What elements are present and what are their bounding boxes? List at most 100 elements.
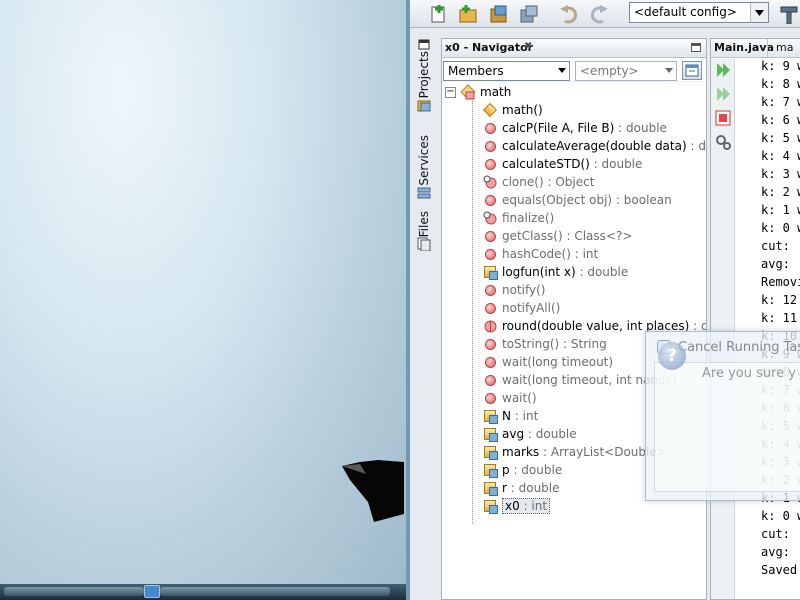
taskbar-segment[interactable] bbox=[160, 587, 390, 596]
stop-icon[interactable] bbox=[714, 109, 732, 127]
taskbar-arrow-icon[interactable] bbox=[144, 585, 160, 598]
minimize-icon[interactable] bbox=[691, 43, 701, 52]
close-project-icon[interactable] bbox=[518, 3, 540, 25]
tree-method-item[interactable]: notifyAll() bbox=[482, 299, 560, 317]
tree-method-item[interactable]: wait() bbox=[482, 389, 537, 407]
filter-toggle-button[interactable] bbox=[682, 61, 702, 80]
dialog-title: Cancel Running Tas bbox=[678, 340, 800, 355]
tree-method-item[interactable]: logfun(int x) : double bbox=[482, 263, 628, 281]
field-icon bbox=[482, 444, 498, 460]
class-icon bbox=[460, 84, 476, 100]
field-icon bbox=[482, 480, 498, 496]
output-line: Saved bbox=[761, 563, 798, 577]
tree-method-item[interactable]: calculateAverage(double data) : do bbox=[482, 137, 706, 155]
chevron-down-icon[interactable] bbox=[750, 3, 768, 22]
tree-field-item[interactable]: x0 : int bbox=[482, 497, 551, 515]
tree-method-item[interactable]: wait(long timeout) bbox=[482, 353, 613, 371]
tree-field-item[interactable]: avg : double bbox=[482, 425, 577, 443]
member-signature: (Object obj) bbox=[541, 193, 613, 207]
member-signature: (long timeout) bbox=[527, 355, 614, 369]
chevron-down-icon[interactable] bbox=[665, 68, 673, 73]
member-signature: () bbox=[549, 337, 560, 351]
member-type: : int bbox=[519, 499, 548, 513]
open-project-icon[interactable] bbox=[488, 3, 510, 25]
hammer-icon[interactable] bbox=[778, 3, 800, 25]
tree-method-item[interactable]: notify() bbox=[482, 281, 545, 299]
tree-method-item[interactable]: toString() : String bbox=[482, 335, 607, 353]
member-name: clone bbox=[502, 175, 535, 189]
rerun-icon[interactable] bbox=[714, 61, 732, 79]
tree-method-item[interactable]: equals(Object obj) : boolean bbox=[482, 191, 672, 209]
tree-root[interactable]: − math bbox=[445, 83, 511, 101]
output-line: cut: bbox=[761, 239, 790, 253]
member-signature: () bbox=[561, 247, 571, 261]
member-label: wait(long timeout) bbox=[502, 355, 613, 369]
config-select[interactable]: <default config> bbox=[629, 2, 769, 23]
tree-method-item[interactable]: finalize() bbox=[482, 209, 554, 227]
collapse-icon[interactable]: − bbox=[445, 86, 456, 98]
members-value: Members bbox=[448, 64, 504, 78]
member-name: notifyAll bbox=[502, 301, 551, 315]
undo-icon[interactable] bbox=[558, 3, 580, 25]
navigator-header: x0 - Navigator ✖ bbox=[442, 39, 706, 58]
member-label: r : double bbox=[502, 481, 560, 495]
settings-icon[interactable] bbox=[714, 133, 732, 151]
member-type: : boolean bbox=[612, 193, 672, 207]
member-signature: () bbox=[536, 283, 546, 297]
member-name: toString bbox=[502, 337, 550, 351]
rerun-with-args-icon[interactable] bbox=[714, 85, 732, 103]
tab-files[interactable]: Files bbox=[414, 211, 434, 252]
member-type: : Object bbox=[543, 175, 595, 189]
member-label: notify() bbox=[502, 283, 545, 297]
tab-projects[interactable]: Projects bbox=[414, 39, 434, 112]
field-icon bbox=[482, 498, 498, 514]
navigator-tab[interactable]: x0 - Navigator bbox=[445, 41, 533, 54]
files-icon bbox=[417, 237, 431, 252]
chevron-down-icon[interactable] bbox=[558, 68, 566, 73]
services-icon bbox=[417, 187, 431, 199]
output-line: avg: bbox=[761, 545, 790, 559]
tab-main-java[interactable]: Main.java bbox=[714, 41, 774, 54]
tree-field-item[interactable]: p : double bbox=[482, 461, 562, 479]
member-signature: () bbox=[580, 157, 590, 171]
member-signature: () bbox=[544, 211, 555, 225]
output-line: k: 2 w bbox=[761, 185, 800, 199]
tree-method-item[interactable]: math() bbox=[482, 101, 543, 119]
tree-method-item[interactable]: calcP(File A, File B) : double bbox=[482, 119, 667, 137]
tree-field-item[interactable]: r : double bbox=[482, 479, 560, 497]
tree-field-item[interactable]: N : int bbox=[482, 407, 538, 425]
desktop-object bbox=[342, 460, 404, 522]
member-type: : double bbox=[524, 427, 577, 441]
member-name: calculateAverage bbox=[502, 139, 606, 153]
member-label: finalize() bbox=[502, 211, 554, 225]
output-line: k: 3 w bbox=[761, 167, 800, 181]
new-project-icon[interactable] bbox=[457, 3, 479, 25]
redo-icon[interactable] bbox=[588, 3, 610, 25]
method-icon bbox=[482, 120, 498, 136]
tree-field-item[interactable]: marks : ArrayList<Double> bbox=[482, 443, 667, 461]
tree-method-item[interactable]: hashCode() : int bbox=[482, 245, 598, 263]
question-icon: ? bbox=[658, 342, 686, 370]
config-value: <default config> bbox=[634, 5, 737, 19]
tree-method-item[interactable]: getClass() : Class<?> bbox=[482, 227, 632, 245]
member-type: : do bbox=[690, 139, 706, 153]
tab-services[interactable]: Services bbox=[414, 135, 434, 200]
member-label: getClass() : Class<?> bbox=[502, 229, 632, 243]
member-type: : double bbox=[506, 481, 560, 495]
member-name: calcP bbox=[502, 121, 534, 135]
member-signature: (File A, File B) bbox=[533, 121, 615, 135]
tab-math[interactable]: ma bbox=[767, 39, 793, 58]
projects-icon bbox=[418, 39, 430, 50]
tree-method-item[interactable]: clone() : Object bbox=[482, 173, 594, 191]
new-file-icon[interactable] bbox=[428, 3, 450, 25]
tree-method-item[interactable]: calculateSTD() : double bbox=[482, 155, 642, 173]
scope-select[interactable]: <empty> bbox=[575, 61, 677, 81]
members-select[interactable]: Members bbox=[443, 61, 570, 81]
member-type: : int bbox=[510, 409, 539, 423]
method-icon bbox=[482, 138, 498, 154]
member-name: wait bbox=[502, 391, 528, 405]
close-icon[interactable]: ✖ bbox=[524, 41, 532, 52]
taskbar-segment[interactable] bbox=[4, 587, 144, 596]
taskbar[interactable] bbox=[0, 584, 406, 600]
member-name: wait bbox=[502, 373, 528, 387]
